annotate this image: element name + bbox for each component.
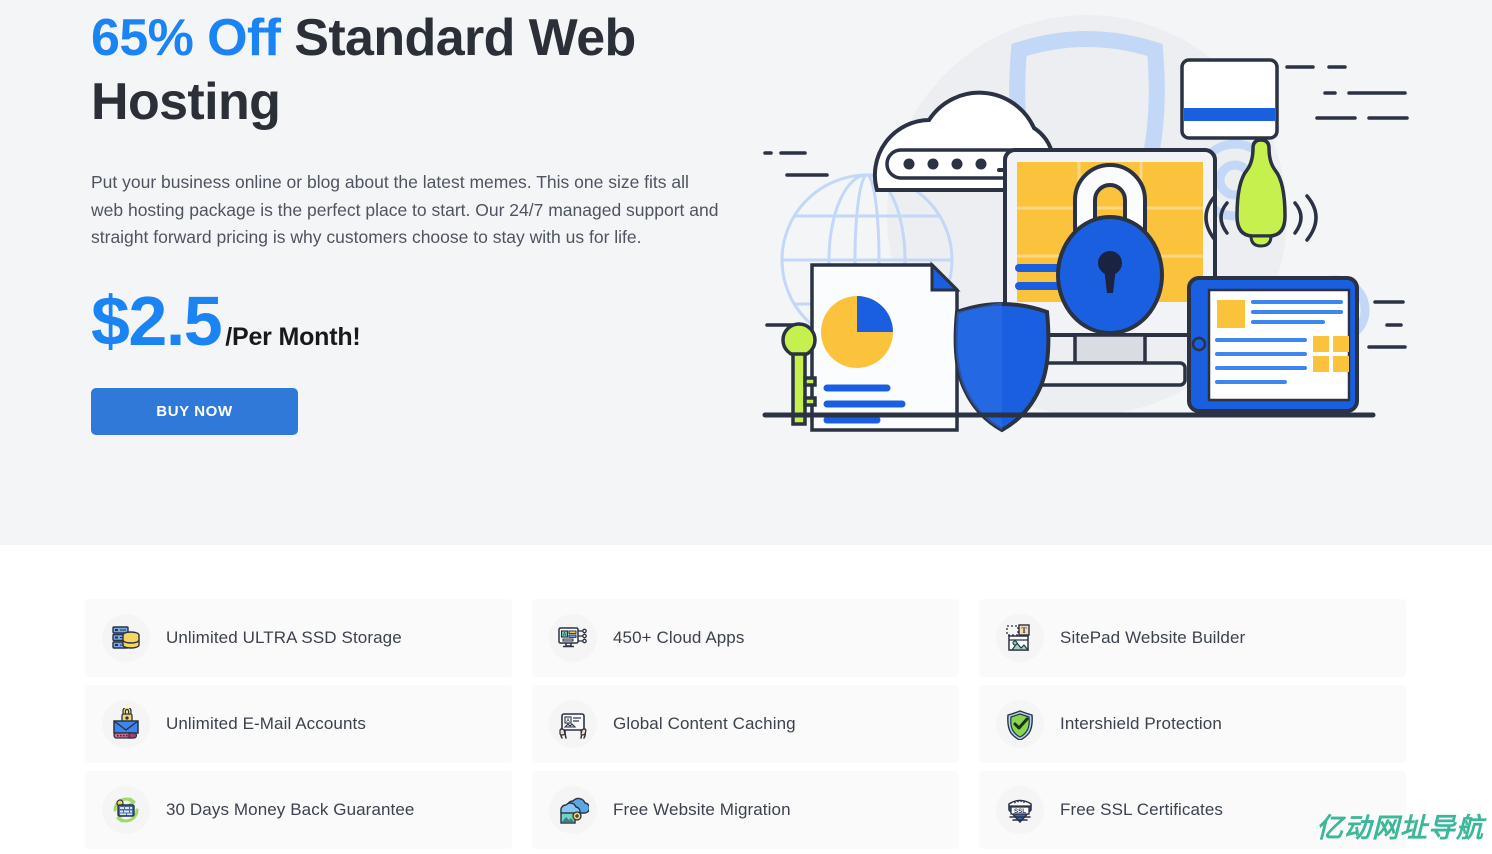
shield-check-icon	[996, 700, 1044, 748]
ssl-badge-icon: SSL	[996, 786, 1044, 834]
feature-label: Unlimited ULTRA SSD Storage	[166, 628, 402, 648]
svg-text:SSL: SSL	[1014, 808, 1026, 815]
site-watermark: 亿动网址导航	[1316, 806, 1484, 845]
cloud-apps-monitor-icon: A	[549, 614, 597, 662]
feature-card[interactable]: Free Website Migration	[532, 771, 959, 849]
feature-label: Intershield Protection	[1060, 714, 1222, 734]
feature-card[interactable]: A Global Content Caching	[532, 685, 959, 763]
hero-copy-block: 65% Off Standard Web Hosting Put your bu…	[91, 0, 731, 435]
hero-illustration	[757, 10, 1427, 440]
features-section: Unlimited ULTRA SSD Storage A	[0, 545, 1492, 849]
feature-label: SitePad Website Builder	[1060, 628, 1245, 648]
sitepad-builder-icon: T	[996, 614, 1044, 662]
feature-card[interactable]: Unlimited E-Mail Accounts	[85, 685, 512, 763]
buy-now-button[interactable]: BUY NOW	[91, 388, 298, 435]
feature-label: 450+ Cloud Apps	[613, 628, 744, 648]
secure-email-icon	[102, 700, 150, 748]
page-title: 65% Off Standard Web Hosting	[91, 0, 731, 134]
price-row: $2.5 /Per Month!	[91, 252, 731, 356]
feature-label: Free SSL Certificates	[1060, 800, 1223, 820]
hero-section: 65% Off Standard Web Hosting Put your bu…	[0, 0, 1492, 545]
feature-label: 30 Days Money Back Guarantee	[166, 800, 415, 820]
hero-description: Put your business online or blog about t…	[91, 134, 721, 252]
feature-card[interactable]: 30 Days Money Back Guarantee	[85, 771, 512, 849]
feature-label: Unlimited E-Mail Accounts	[166, 714, 366, 734]
svg-text:T: T	[1021, 626, 1027, 635]
server-database-icon	[102, 614, 150, 662]
money-back-refresh-icon	[102, 786, 150, 834]
feature-card[interactable]: Unlimited ULTRA SSD Storage	[85, 599, 512, 677]
price-period: /Per Month!	[225, 325, 360, 350]
content-caching-tablet-icon: A	[549, 700, 597, 748]
feature-label: Free Website Migration	[613, 800, 791, 820]
features-grid: Unlimited ULTRA SSD Storage A	[85, 599, 1407, 849]
cloud-migration-icon	[549, 786, 597, 834]
feature-card[interactable]: A 450+ Cloud Apps	[532, 599, 959, 677]
price-amount: $2.5	[91, 286, 221, 356]
feature-label: Global Content Caching	[613, 714, 796, 734]
feature-card[interactable]: T SitePad Website Builder	[979, 599, 1406, 677]
page-title-discount: 65% Off	[91, 9, 280, 67]
feature-card[interactable]: Intershield Protection	[979, 685, 1406, 763]
